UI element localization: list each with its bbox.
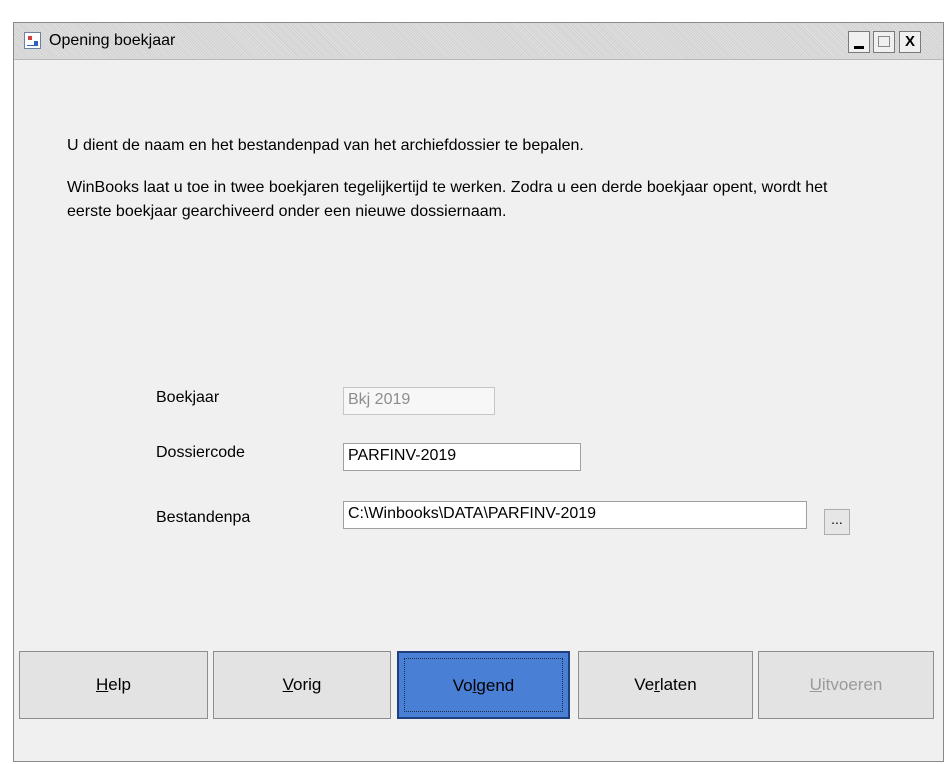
- help-button[interactable]: Help: [19, 651, 208, 719]
- minimize-icon: [854, 46, 864, 49]
- uitvoeren-button: Uitvoeren: [758, 651, 934, 719]
- boekjaar-label: Boekjaar: [156, 389, 220, 406]
- vorig-button[interactable]: Vorig: [213, 651, 391, 719]
- verlaten-button[interactable]: Verlaten: [578, 651, 753, 719]
- boekjaar-field: Bkj 2019: [343, 387, 495, 415]
- close-icon: X: [904, 33, 915, 50]
- minimize-button[interactable]: [848, 31, 870, 53]
- maximize-button[interactable]: [873, 31, 895, 53]
- app-icon: [24, 32, 41, 49]
- intro-text-1: U dient de naam en het bestandenpad van …: [67, 137, 584, 154]
- browse-button[interactable]: ...: [824, 509, 850, 535]
- bestandenpad-field[interactable]: C:\Winbooks\DATA\PARFINV-2019: [343, 501, 807, 529]
- volgend-button[interactable]: Volgend: [397, 651, 570, 719]
- close-button[interactable]: X: [899, 31, 921, 53]
- maximize-icon: [878, 36, 890, 47]
- dossiercode-field[interactable]: PARFINV-2019: [343, 443, 581, 471]
- intro-text-2: WinBooks laat u toe in twee boekjaren te…: [67, 179, 828, 220]
- window-title: Opening boekjaar: [49, 32, 176, 49]
- dossiercode-label: Dossiercode: [156, 444, 245, 461]
- bestandenpad-label: Bestandenpa: [156, 509, 251, 526]
- title-bar: Opening boekjaar X: [14, 23, 943, 60]
- wizard-window: Opening boekjaar X U dient de naam en he…: [13, 22, 944, 762]
